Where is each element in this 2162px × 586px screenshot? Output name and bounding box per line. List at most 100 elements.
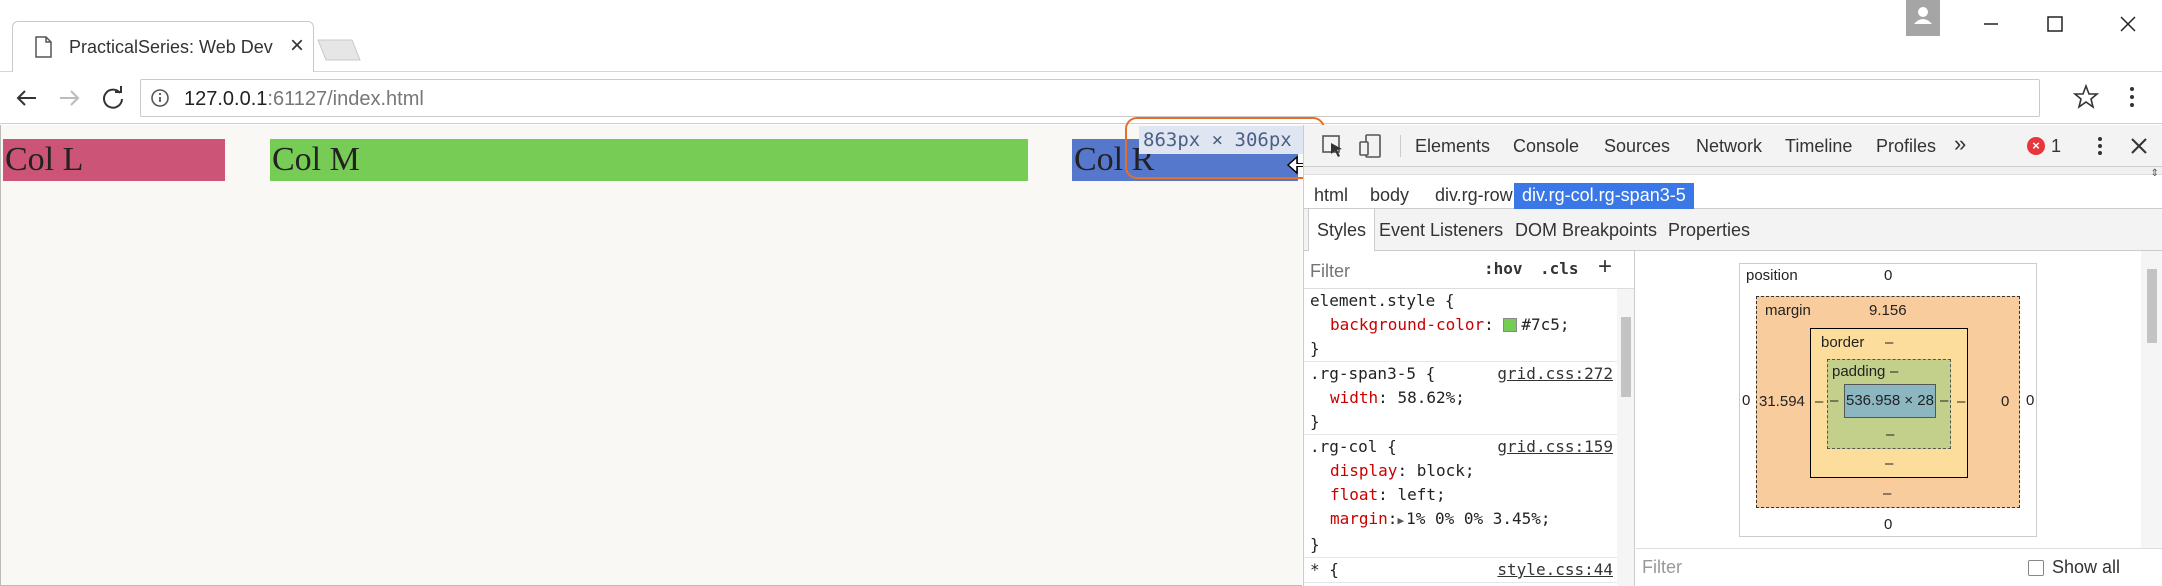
computed-filter-input[interactable]: Filter bbox=[1642, 557, 1682, 578]
error-icon[interactable]: × bbox=[2027, 137, 2045, 155]
add-rule-button[interactable]: + bbox=[1598, 253, 1612, 281]
rule-source-link[interactable]: grid.css:272 bbox=[1497, 362, 1613, 386]
inspect-element-icon[interactable] bbox=[1320, 133, 1346, 159]
property-value[interactable]: 1% 0% 0% 3.45%; bbox=[1406, 509, 1551, 528]
document-icon bbox=[35, 36, 52, 58]
tab-elements[interactable]: Elements bbox=[1415, 136, 1490, 157]
margin-right-value[interactable]: 0 bbox=[2001, 393, 2009, 410]
css-rule[interactable]: * { style.css:44 bbox=[1304, 558, 1617, 583]
rule-source-link[interactable]: style.css:44 bbox=[1497, 558, 1613, 582]
property-name[interactable]: background-color bbox=[1330, 315, 1484, 334]
border-top-value[interactable]: – bbox=[1885, 334, 1893, 351]
css-property[interactable]: display: block; bbox=[1310, 459, 1611, 483]
window-close-button[interactable] bbox=[2104, 6, 2152, 42]
tab-dom-breakpoints[interactable]: DOM Breakpoints bbox=[1507, 209, 1665, 251]
url-text[interactable]: 127.0.0.1:61127/index.html bbox=[184, 88, 424, 111]
devtools-close-icon[interactable] bbox=[2126, 133, 2152, 159]
property-value[interactable]: left; bbox=[1397, 485, 1445, 504]
styles-scrollbar[interactable] bbox=[1617, 289, 1634, 586]
css-property[interactable]: float: left; bbox=[1310, 483, 1611, 507]
margin-top-value[interactable]: 9.156 bbox=[1869, 302, 1907, 319]
css-property[interactable]: background-color: #7c5; bbox=[1310, 313, 1611, 337]
page-viewport: Col L Col M Col R bbox=[0, 125, 1302, 586]
computed-scrollbar[interactable] bbox=[2141, 251, 2162, 548]
css-rule[interactable]: element.style { background-color: #7c5; … bbox=[1304, 289, 1617, 362]
rule-selector[interactable]: element.style { bbox=[1310, 289, 1611, 313]
user-profile-button[interactable] bbox=[1906, 0, 1940, 36]
rule-source-link[interactable]: grid.css:159 bbox=[1497, 435, 1613, 459]
tab-console[interactable]: Console bbox=[1513, 136, 1579, 157]
property-value[interactable]: #7c5; bbox=[1521, 315, 1569, 334]
margin-left-value[interactable]: 31.594 bbox=[1759, 393, 1805, 410]
more-tabs-button[interactable]: » bbox=[1954, 133, 1978, 157]
outer-right-value[interactable]: 0 bbox=[2026, 392, 2034, 409]
property-name[interactable]: display bbox=[1330, 461, 1397, 480]
property-name[interactable]: float bbox=[1330, 485, 1378, 504]
padding-left-value[interactable]: – bbox=[1830, 392, 1838, 409]
tab-styles[interactable]: Styles bbox=[1308, 209, 1376, 252]
tab-title: PracticalSeries: Web Development bbox=[69, 37, 273, 57]
browser-tab[interactable]: PracticalSeries: Web Development × bbox=[12, 21, 314, 72]
outer-bottom-value[interactable]: 0 bbox=[1884, 516, 1892, 533]
tab-event-listeners[interactable]: Event Listeners bbox=[1371, 209, 1511, 251]
dom-tree-strip[interactable]: ⇕ bbox=[1304, 167, 2162, 179]
property-name[interactable]: margin bbox=[1330, 509, 1388, 528]
devtools-menu-icon[interactable] bbox=[2090, 133, 2110, 159]
tab-close-icon[interactable]: × bbox=[285, 32, 309, 60]
error-count[interactable]: 1 bbox=[2051, 136, 2061, 157]
device-toolbar-icon[interactable] bbox=[1358, 133, 1384, 159]
css-property[interactable]: margin:▶ 1% 0% 0% 3.45%; bbox=[1310, 507, 1611, 533]
maximize-button[interactable] bbox=[2030, 6, 2078, 42]
crumb-rg-row[interactable]: div.rg-row bbox=[1427, 183, 1521, 209]
browser-menu-icon[interactable] bbox=[2116, 81, 2148, 113]
crumb-rg-col-active[interactable]: div.rg-col.rg-span3-5 bbox=[1514, 183, 1694, 209]
tab-properties[interactable]: Properties bbox=[1660, 209, 1758, 251]
css-rules-list: element.style { background-color: #7c5; … bbox=[1304, 289, 1617, 583]
expand-triangle-icon[interactable]: ▶ bbox=[1397, 509, 1404, 533]
show-all-checkbox[interactable] bbox=[2028, 560, 2044, 576]
scrollbar-thumb[interactable] bbox=[2147, 269, 2157, 343]
color-swatch-icon[interactable] bbox=[1503, 318, 1518, 332]
address-bar[interactable]: 127.0.0.1:61127/index.html bbox=[140, 79, 2040, 117]
crumb-html[interactable]: html bbox=[1306, 183, 1356, 209]
property-name[interactable]: width bbox=[1330, 388, 1378, 407]
border-bottom-value[interactable]: – bbox=[1885, 455, 1893, 472]
border-right-value[interactable]: – bbox=[1957, 393, 1965, 410]
minimize-button[interactable] bbox=[1966, 6, 2014, 42]
css-rule[interactable]: .rg-col { grid.css:159 display: block; f… bbox=[1304, 435, 1617, 558]
styles-filter-input[interactable] bbox=[1310, 259, 1470, 283]
outer-left-value[interactable]: 0 bbox=[1742, 392, 1750, 409]
hover-state-button[interactable]: :hov bbox=[1484, 259, 1523, 278]
class-toggle-button[interactable]: .cls bbox=[1540, 259, 1579, 278]
position-value[interactable]: 0 bbox=[1884, 267, 1892, 284]
property-value[interactable]: block; bbox=[1417, 461, 1475, 480]
position-label: position bbox=[1746, 267, 1798, 284]
bookmark-star-icon[interactable] bbox=[2070, 81, 2102, 113]
crumb-body[interactable]: body bbox=[1362, 183, 1417, 209]
viewport-size-text: 863px × 306px bbox=[1139, 126, 1309, 154]
padding-bottom-value[interactable]: – bbox=[1886, 426, 1894, 443]
content-box[interactable]: 536.958 × 28 bbox=[1844, 384, 1936, 418]
tab-timeline[interactable]: Timeline bbox=[1785, 136, 1852, 157]
tab-network[interactable]: Network bbox=[1696, 136, 1762, 157]
margin-bottom-value[interactable]: – bbox=[1883, 485, 1891, 502]
scroll-arrows-icon[interactable]: ⇕ bbox=[2151, 168, 2159, 179]
margin-label: margin bbox=[1765, 302, 1811, 319]
scrollbar-thumb[interactable] bbox=[1621, 317, 1631, 397]
border-left-value[interactable]: – bbox=[1815, 393, 1823, 410]
reload-icon[interactable] bbox=[96, 82, 130, 114]
info-icon[interactable] bbox=[150, 88, 170, 108]
css-property[interactable]: width: 58.62%; bbox=[1310, 386, 1611, 410]
new-tab-button[interactable] bbox=[316, 38, 362, 62]
tab-profiles[interactable]: Profiles bbox=[1876, 136, 1936, 157]
back-arrow-icon[interactable] bbox=[10, 82, 44, 114]
forward-arrow-icon[interactable] bbox=[52, 82, 86, 114]
devtools-panel: Elements Console Sources Network Timelin… bbox=[1303, 125, 2162, 586]
padding-right-value[interactable]: – bbox=[1940, 392, 1948, 409]
col-m: Col M bbox=[270, 139, 1028, 181]
rule-close: } bbox=[1310, 535, 1320, 554]
property-value[interactable]: 58.62%; bbox=[1397, 388, 1464, 407]
tab-sources[interactable]: Sources bbox=[1604, 136, 1670, 157]
padding-top-value[interactable]: – bbox=[1890, 363, 1898, 380]
css-rule[interactable]: .rg-span3-5 { grid.css:272 width: 58.62%… bbox=[1304, 362, 1617, 435]
